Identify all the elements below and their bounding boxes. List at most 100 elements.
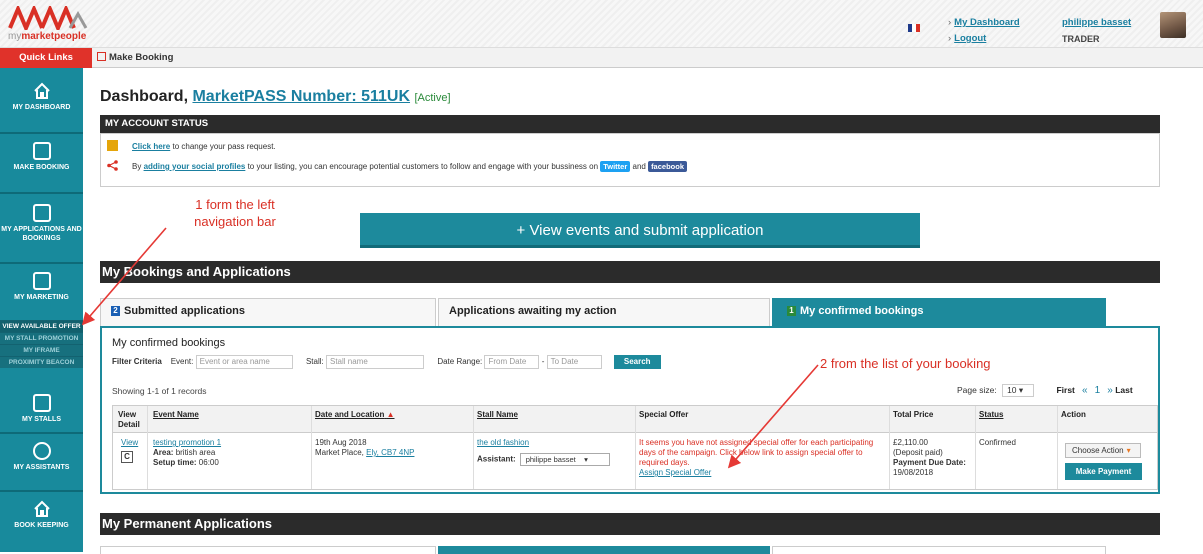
- tab-confirmed-bookings[interactable]: 1 My confirmed bookings: [772, 298, 1106, 326]
- view-events-button[interactable]: + View events and submit application: [360, 213, 920, 248]
- home-icon: [33, 500, 50, 517]
- filter-criteria: Filter Criteria Event: Event or area nam…: [112, 355, 661, 369]
- submenu-my-iframe[interactable]: MY IFRAME: [0, 344, 83, 356]
- assign-special-offer-link[interactable]: Assign Special Offer: [639, 468, 885, 478]
- sub-bar: Quick Links Make Booking: [0, 48, 1203, 68]
- page-1-link[interactable]: 1: [1095, 385, 1101, 396]
- quick-links-button[interactable]: Quick Links: [0, 48, 92, 68]
- tab-count: 2: [111, 306, 120, 316]
- col-special-offer: Special Offer: [639, 410, 689, 419]
- user-icon: [32, 442, 51, 460]
- annotation-two: 2 from the list of your booking: [820, 356, 991, 371]
- top-links: My Dashboard Logout: [948, 15, 1020, 47]
- sidebar-item-my-applications[interactable]: MY APPLICATIONS AND BOOKINGS: [0, 204, 83, 243]
- event-filter-input[interactable]: Event or area name: [195, 355, 293, 369]
- sidebar-item-make-booking[interactable]: MAKE BOOKING: [0, 142, 83, 172]
- nav-separator: [0, 432, 83, 434]
- account-status-heading: MY ACCOUNT STATUS: [100, 115, 1160, 133]
- facebook-badge[interactable]: facebook: [648, 161, 687, 172]
- permanent-heading: My Permanent Applications: [100, 513, 1160, 535]
- submenu-proximity-beacon[interactable]: PROXIMITY BEACON: [0, 356, 83, 368]
- last-page-link[interactable]: Last: [1115, 385, 1132, 395]
- price-cell: £2,110.00 (Deposit paid) Payment Due Dat…: [893, 438, 966, 477]
- column-divider: [473, 406, 474, 489]
- col-event-name[interactable]: Event Name: [153, 410, 199, 420]
- search-button[interactable]: Search: [613, 355, 661, 369]
- location-link[interactable]: Ely, CB7 4NP: [366, 448, 414, 457]
- logo-mark-icon: [8, 6, 88, 30]
- prev-page-link[interactable]: «: [1082, 385, 1088, 396]
- page-size-select[interactable]: 10 ▾: [1002, 384, 1035, 397]
- from-date-input[interactable]: From Date: [484, 355, 540, 369]
- next-page-link[interactable]: »: [1107, 385, 1113, 396]
- user-name-link[interactable]: philippe basset: [1062, 15, 1131, 31]
- avatar[interactable]: [1160, 12, 1186, 38]
- bookings-heading: My Bookings and Applications: [100, 261, 1160, 283]
- bookings-table: View Detail Event Name Date and Location…: [112, 405, 1158, 490]
- sidebar-item-book-keeping[interactable]: BOOK KEEPING: [0, 500, 83, 530]
- stall-cell: the old fashion Assistant: philippe basse…: [477, 438, 632, 466]
- france-flag-icon[interactable]: [908, 24, 920, 32]
- first-page-link[interactable]: First: [1056, 385, 1074, 395]
- stall-filter-input[interactable]: Stall name: [325, 355, 424, 369]
- column-divider: [975, 406, 976, 489]
- col-total-price: Total Price: [893, 410, 934, 419]
- event-name-link[interactable]: testing promotion 1: [153, 438, 308, 448]
- nav-separator: [0, 192, 83, 194]
- date-location-cell: 19th Aug 2018 Market Place, Ely, CB7 4NP: [315, 438, 415, 457]
- column-divider: [635, 406, 636, 489]
- twitter-badge[interactable]: Twitter: [600, 161, 631, 172]
- tab-submitted-applications[interactable]: 2 Submitted applications: [100, 298, 436, 326]
- permanent-tabs: [100, 546, 1160, 554]
- to-date-input[interactable]: To Date: [546, 355, 602, 369]
- user-role: TRADER: [1062, 34, 1100, 44]
- bookings-tabs: 2 Submitted applications Applications awa…: [100, 298, 1160, 326]
- marketing-submenu: VIEW AVAILABLE OFFER MY STALL PROMOTION …: [0, 320, 83, 368]
- my-dashboard-link[interactable]: My Dashboard: [948, 15, 1019, 31]
- col-stall-name[interactable]: Stall Name: [477, 410, 518, 420]
- table-row: View C: [121, 438, 138, 463]
- stall-name-link[interactable]: the old fashion: [477, 438, 632, 448]
- panel-title: My confirmed bookings: [112, 337, 226, 349]
- special-offer-cell: It seems you have not assigned special o…: [639, 438, 885, 478]
- tab-count: 1: [787, 306, 796, 316]
- col-date-location[interactable]: Date and Location ▲: [315, 410, 395, 420]
- event-cell: testing promotion 1 Area: british area S…: [153, 438, 308, 468]
- top-bar: mymarketpeople My Dashboard Logout phili…: [0, 0, 1203, 48]
- col-status[interactable]: Status: [979, 410, 1003, 420]
- col-action: Action: [1061, 410, 1086, 419]
- add-social-profiles-link[interactable]: adding your social profiles: [144, 162, 246, 171]
- column-divider: [147, 406, 148, 489]
- home-icon: [33, 82, 50, 99]
- user-info: philippe basset TRADER: [1062, 15, 1131, 47]
- column-divider: [889, 406, 890, 489]
- calendar-check-icon: [32, 272, 51, 290]
- make-booking-link[interactable]: Make Booking: [97, 52, 173, 63]
- logout-link[interactable]: Logout: [948, 31, 1020, 47]
- pagination: Page size: 10 ▾ First « 1 » Last: [957, 384, 1133, 397]
- marketpass-number-link[interactable]: MarketPASS Number: 511UK: [192, 88, 410, 105]
- permanent-tab[interactable]: [438, 546, 770, 554]
- choose-action-dropdown[interactable]: Choose Action ▾: [1065, 443, 1141, 458]
- assistant-select[interactable]: philippe basset ▾: [519, 453, 610, 466]
- record-count: Showing 1-1 of 1 records: [112, 386, 207, 396]
- tab-awaiting-action[interactable]: Applications awaiting my action: [438, 298, 770, 326]
- page-title: Dashboard, MarketPASS Number: 511UK [Act…: [100, 88, 451, 105]
- stall-icon: [32, 394, 51, 412]
- sidebar-item-my-stalls[interactable]: MY STALLS: [0, 394, 83, 424]
- sidebar-item-my-dashboard[interactable]: MY DASHBOARD: [0, 82, 83, 112]
- sidebar-item-my-assistants[interactable]: MY ASSISTANTS: [0, 442, 83, 472]
- permanent-tab[interactable]: [772, 546, 1106, 554]
- annotation-one: 1 form the left navigation bar: [194, 197, 276, 229]
- account-status-box: Click here to change your pass request. …: [100, 133, 1160, 187]
- logo[interactable]: mymarketpeople: [8, 6, 98, 44]
- view-detail-link[interactable]: View: [121, 438, 138, 448]
- submenu-view-available-offer[interactable]: VIEW AVAILABLE OFFER: [0, 320, 83, 332]
- make-payment-button[interactable]: Make Payment: [1065, 463, 1142, 480]
- submenu-my-stall-promotion[interactable]: MY STALL PROMOTION: [0, 332, 83, 344]
- click-here-link[interactable]: Click here: [132, 142, 170, 151]
- calendar-c-icon[interactable]: C: [121, 451, 133, 463]
- permanent-tab[interactable]: [100, 546, 436, 554]
- info-icon: [107, 140, 118, 151]
- sidebar-item-my-marketing[interactable]: MY MARKETING: [0, 272, 83, 302]
